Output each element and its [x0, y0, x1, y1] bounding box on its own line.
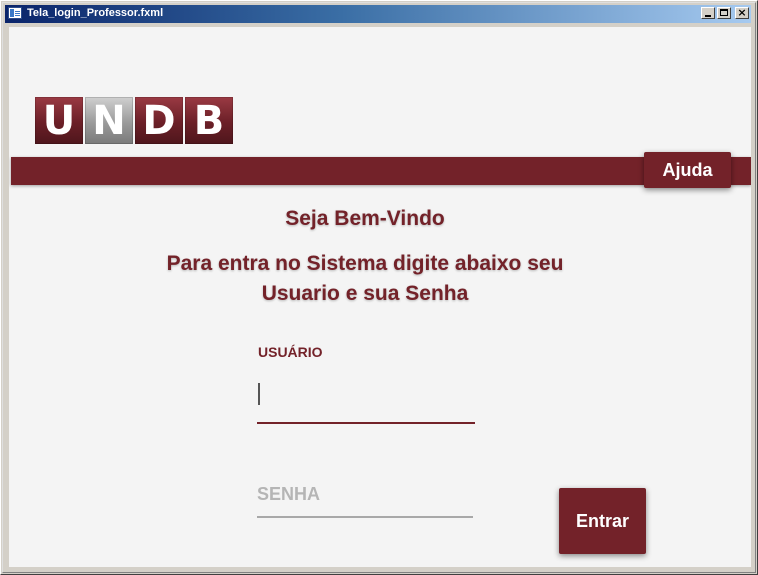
logo-letter: N	[85, 97, 133, 144]
logo-letter: D	[135, 97, 183, 144]
logo-letter: U	[35, 97, 83, 144]
text-caret	[258, 383, 260, 405]
login-screen: U N D B Ajuda Seja Bem-Vindo Para entra …	[9, 27, 751, 567]
close-button[interactable]: ×	[735, 6, 749, 19]
welcome-heading: Seja Bem-Vindo	[285, 207, 445, 230]
minimize-icon	[705, 15, 711, 17]
maximize-button[interactable]	[717, 7, 731, 19]
app-icon	[8, 7, 22, 19]
username-label: USUÁRIO	[258, 344, 323, 360]
title-bar[interactable]: Tela_login_Professor.fxml ×	[5, 5, 751, 23]
logo-letter: B	[185, 97, 233, 144]
undb-logo: U N D B	[35, 97, 234, 144]
maximize-icon	[720, 9, 728, 16]
instructions-text: Para entra no Sistema digite abaixo seu …	[166, 252, 564, 305]
header-banner	[11, 157, 751, 185]
app-window: Tela_login_Professor.fxml × U N D B Ajud…	[0, 0, 758, 575]
window-title: Tela_login_Professor.fxml	[27, 7, 164, 19]
login-button[interactable]: Entrar	[559, 488, 646, 554]
password-input[interactable]	[257, 473, 473, 518]
close-icon: ×	[737, 6, 747, 19]
help-button[interactable]: Ajuda	[644, 152, 731, 188]
minimize-button[interactable]	[701, 7, 715, 19]
username-input[interactable]	[257, 377, 475, 424]
